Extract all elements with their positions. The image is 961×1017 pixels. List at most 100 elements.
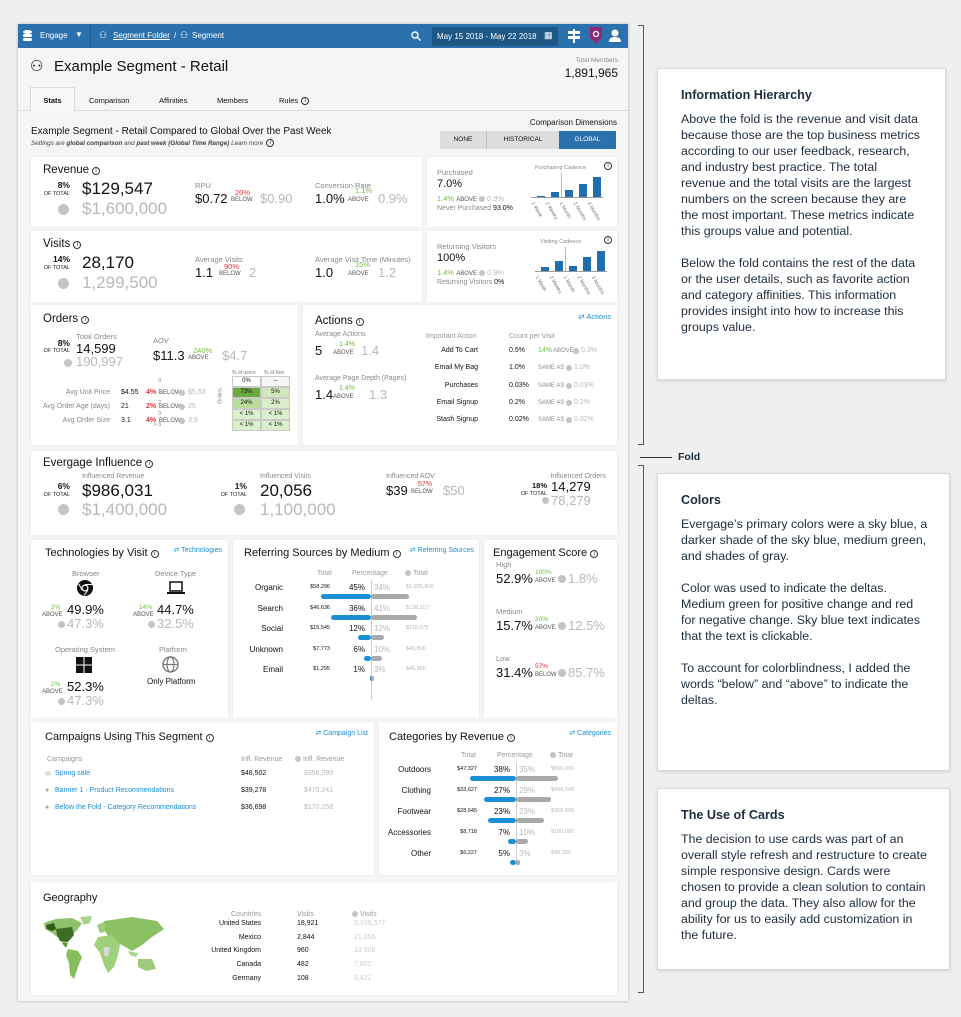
row-key: 0 bbox=[158, 378, 161, 384]
cell-users: 73% bbox=[232, 387, 261, 398]
text: Total bbox=[558, 752, 573, 759]
row-label: Clothing bbox=[401, 786, 431, 795]
action-count: 0.03% bbox=[509, 381, 529, 389]
option-none[interactable]: NONE bbox=[440, 131, 487, 149]
score-label: Low bbox=[496, 654, 510, 663]
avg-visits-delta: 90% bbox=[224, 262, 240, 271]
text: and bbox=[122, 140, 137, 147]
country-global-visits: 21,055 bbox=[354, 933, 376, 941]
cell-rev: 2% bbox=[261, 398, 290, 409]
info-icon[interactable]: i bbox=[590, 550, 599, 558]
info-icon[interactable]: i bbox=[81, 316, 90, 324]
pct-sign: % bbox=[357, 644, 365, 654]
grid-axis-label: Orders bbox=[217, 388, 224, 404]
info-icon[interactable]: i bbox=[73, 241, 82, 249]
row-global-pct: 3% bbox=[519, 849, 531, 858]
campaign-list-link[interactable]: ⇄ Campaign List bbox=[315, 729, 368, 737]
date-range-picker[interactable]: May 15 2018 - May 22 2018 ▦ bbox=[432, 27, 558, 46]
device-delta: 14% bbox=[139, 604, 153, 611]
returning-value: 100% bbox=[437, 252, 466, 264]
total-members-value: 1,891,965 bbox=[564, 66, 618, 80]
globe-icon bbox=[162, 656, 179, 673]
delta: 1.4% bbox=[437, 268, 455, 277]
actions-link[interactable]: ⇄ Actions bbox=[578, 312, 611, 321]
country-visits: 108 bbox=[297, 974, 309, 982]
score-delta: 57% bbox=[535, 663, 549, 670]
row-key: 3 bbox=[158, 411, 161, 417]
info-icon[interactable]: i bbox=[392, 550, 401, 558]
pct-of-total: 18% bbox=[531, 481, 547, 490]
shield-icon[interactable] bbox=[590, 27, 602, 44]
laptop-icon bbox=[167, 581, 185, 594]
cadence-bar bbox=[551, 192, 559, 197]
info-icon[interactable]: i bbox=[355, 318, 364, 326]
pct-sign: % bbox=[502, 807, 510, 816]
pct-value: 27 bbox=[493, 786, 503, 795]
info-icon[interactable]: i bbox=[604, 162, 612, 170]
tab-comparison[interactable]: Comparison bbox=[89, 96, 129, 105]
app-switcher[interactable]: Engage bbox=[40, 31, 68, 40]
annotation-paragraph: The decision to use cards was part of an… bbox=[681, 832, 927, 942]
user-icon[interactable] bbox=[609, 29, 621, 42]
col-percentage: Percentage bbox=[352, 570, 388, 577]
tab-rules[interactable]: Rules i bbox=[279, 96, 310, 105]
browser-label: Browser bbox=[72, 569, 100, 578]
option-global[interactable]: GLOBAL bbox=[559, 131, 616, 149]
info-icon[interactable]: i bbox=[145, 460, 154, 468]
link-text: Categories bbox=[577, 730, 611, 737]
metric-value: $4.55 bbox=[121, 389, 139, 396]
learn-more-link[interactable]: Learn more bbox=[229, 140, 263, 147]
breadcrumb-folder[interactable]: Segment Folder bbox=[113, 31, 170, 40]
row-global-total: $464,000 bbox=[551, 787, 574, 793]
country-name: Germany bbox=[232, 974, 261, 982]
tab-members[interactable]: Members bbox=[217, 96, 248, 105]
cell-rev: 5% bbox=[261, 387, 290, 398]
info-icon[interactable]: i bbox=[604, 236, 612, 244]
avg-visit-time-direction: ABOVE bbox=[348, 271, 369, 277]
action-compare: 0.02% bbox=[574, 416, 594, 424]
info-icon: i bbox=[301, 97, 310, 105]
chevron-down-icon[interactable]: ▼ bbox=[75, 30, 83, 39]
categories-link[interactable]: ⇄ Categories bbox=[569, 729, 611, 737]
country-global-visits: 3,109,577 bbox=[354, 920, 386, 927]
search-icon[interactable] bbox=[411, 31, 421, 41]
fold-line bbox=[640, 457, 672, 458]
tab-affinities[interactable]: Affinities bbox=[159, 96, 187, 105]
compare: 0.9% bbox=[486, 268, 505, 277]
campaign-link[interactable]: Spring sale bbox=[55, 770, 90, 777]
globe-icon bbox=[566, 365, 572, 372]
info-icon[interactable]: i bbox=[506, 734, 515, 742]
segment-icon: ⚇ bbox=[180, 30, 189, 40]
device-global: 32.5% bbox=[157, 616, 194, 631]
option-historical[interactable]: HISTORICAL bbox=[487, 131, 559, 149]
pct-of-total: 8% bbox=[57, 338, 70, 348]
row-global-total: $46,806 bbox=[406, 645, 426, 652]
info-icon[interactable]: i bbox=[205, 734, 214, 742]
info-icon[interactable]: i bbox=[92, 167, 101, 175]
card-title: Orders i bbox=[43, 313, 90, 325]
info-icon[interactable]: i bbox=[150, 550, 159, 558]
tab-stats[interactable]: Stats bbox=[30, 87, 75, 111]
text: past week (Global Time Range) bbox=[136, 140, 230, 147]
row-total: $7,773 bbox=[313, 645, 330, 652]
action-compare: 0.03% bbox=[574, 381, 594, 389]
card-title: Revenue i bbox=[43, 164, 101, 176]
os-global: 47.3% bbox=[67, 693, 104, 708]
referring-sources-link[interactable]: ⇄ Referring Sources bbox=[410, 546, 474, 554]
globe-icon bbox=[58, 698, 65, 705]
globe-icon bbox=[58, 278, 69, 289]
annotation-use-of-cards: The Use of Cards The decision to use card… bbox=[657, 788, 950, 970]
title-text: Engagement Score bbox=[493, 547, 588, 559]
technologies-link[interactable]: ⇄ Technologies bbox=[173, 546, 222, 554]
comparison-settings: Settings are global comparison and past … bbox=[31, 139, 275, 147]
card-title: Referring Sources by Medium i bbox=[244, 547, 401, 559]
engagement-score-card: Engagement Score i High 52.9% 100% ABOVE 1.8%… bbox=[484, 540, 617, 718]
signpost-icon[interactable] bbox=[568, 29, 580, 43]
cadence-bar bbox=[555, 261, 563, 271]
row-label: Outdoors bbox=[398, 765, 431, 774]
pct-sign: % bbox=[382, 603, 391, 613]
campaign-link[interactable]: Below the Fold - Category Recommendation… bbox=[55, 804, 196, 811]
title-text: Campaigns Using This Segment bbox=[45, 731, 203, 743]
annotation-paragraph: To account for colorblindness, I added t… bbox=[681, 661, 911, 707]
campaign-link[interactable]: Banner 1 - Product Recommendations bbox=[55, 787, 174, 794]
